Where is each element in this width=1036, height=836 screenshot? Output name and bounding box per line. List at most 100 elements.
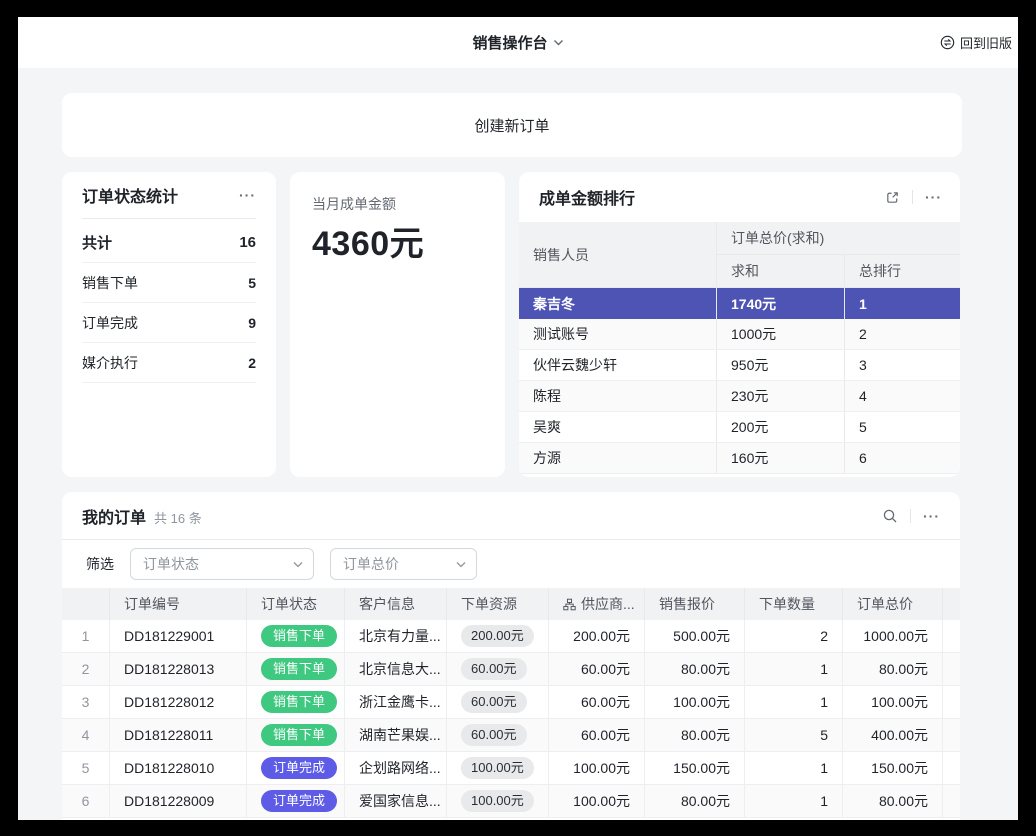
customer-info: 爱国家信息... (345, 785, 447, 817)
order-qty: 5 (745, 719, 843, 751)
ranking-row[interactable]: 吴爽 200元 5 (519, 412, 960, 443)
sales-quote: 500.00元 (645, 620, 745, 652)
supplier-price: 100.00元 (549, 752, 645, 784)
sitemap-icon (563, 598, 576, 611)
row-number: 5 (62, 752, 110, 784)
resource-badge: 60.00元 (461, 658, 527, 680)
col-salesperson: 销售人员 (519, 222, 717, 288)
status-row[interactable]: 媒介执行 2 (82, 343, 256, 383)
order-no: DD181228012 (110, 686, 247, 718)
create-order-label: 创建新订单 (474, 115, 549, 136)
resource-badge: 200.00元 (461, 625, 534, 647)
customer-info: 湖南芒果娱... (345, 719, 447, 751)
order-row[interactable]: 2 DD181228013 销售下单 北京信息大... 60.00元 60.00… (62, 653, 960, 686)
order-total: 100.00元 (843, 686, 943, 718)
rank-value: 6 (845, 443, 960, 473)
order-row[interactable]: 5 DD181228010 订单完成 企划路网络... 100.00元 100.… (62, 752, 960, 785)
resource-badge: 100.00元 (461, 757, 534, 779)
row-number: 3 (62, 686, 110, 718)
back-to-old-version-button[interactable]: 回到旧版 (940, 17, 1012, 68)
order-row[interactable]: 1 DD181229001 销售下单 北京有力量... 200.00元 200.… (62, 620, 960, 653)
search-icon[interactable] (882, 508, 898, 524)
ranking-row[interactable]: 陈程 230元 4 (519, 381, 960, 412)
ranking-row[interactable]: 秦吉冬 1740元 1 (519, 288, 960, 319)
order-total: 80.00元 (843, 785, 943, 817)
order-row[interactable]: 3 DD181228012 销售下单 浙江金鹰卡... 60.00元 60.00… (62, 686, 960, 719)
month-amount-label: 当月成单金额 (312, 194, 483, 214)
sum-value: 200元 (717, 412, 845, 442)
supplier-price: 200.00元 (549, 620, 645, 652)
salesperson-name: 秦吉冬 (519, 288, 717, 319)
order-no: DD181228009 (110, 785, 247, 817)
status-badge: 订单完成 (261, 790, 337, 813)
orders-card-title: 我的订单 (82, 504, 146, 528)
status-list: 共计 16 销售下单 5 订单完成 9 媒介执行 2 (82, 219, 256, 383)
back-to-old-label: 回到旧版 (960, 33, 1012, 52)
order-row[interactable]: 4 DD181228011 销售下单 湖南芒果娱... 60.00元 60.00… (62, 719, 960, 752)
order-no: DD181228010 (110, 752, 247, 784)
order-total: 1000.00元 (843, 620, 943, 652)
ranking-table-body: 秦吉冬 1740元 1 测试账号 1000元 2 伙伴云魏少轩 950元 3 陈… (519, 288, 960, 474)
order-total-filter-select[interactable]: 订单总价 (330, 548, 477, 580)
order-status-stats-card: 订单状态统计 ··· 共计 16 销售下单 5 订单完成 9 媒介执行 (62, 172, 276, 477)
sum-value: 160元 (717, 443, 845, 473)
col-rank: 总排行 (845, 255, 960, 288)
dashboard: 创建新订单 订单状态统计 ··· 共计 16 销售下单 5 订单完成 9 (18, 68, 1018, 820)
order-qty: 2 (745, 620, 843, 652)
sum-value: 230元 (717, 381, 845, 411)
col-order-status: 订单状态 (247, 588, 345, 620)
status-row-total[interactable]: 共计 16 (82, 223, 256, 263)
row-number: 4 (62, 719, 110, 751)
rank-value: 5 (845, 412, 960, 442)
more-menu-icon[interactable]: ··· (239, 188, 256, 202)
col-supplier: 供应商... (549, 588, 645, 620)
topbar: 销售操作台 回到旧版 (18, 17, 1018, 68)
status-badge: 销售下单 (261, 625, 337, 648)
create-order-button[interactable]: 创建新订单 (62, 93, 962, 157)
row-spacer (943, 719, 960, 751)
switch-version-icon (940, 35, 955, 50)
ranking-table-header: 销售人员 订单总价(求和) 求和 总排行 (519, 222, 960, 288)
row-number: 2 (62, 653, 110, 685)
supplier-price: 60.00元 (549, 653, 645, 685)
chevron-down-icon (456, 561, 466, 568)
more-menu-icon[interactable]: ··· (925, 190, 942, 204)
ranking-row[interactable]: 方源 160元 6 (519, 443, 960, 474)
row-spacer (943, 686, 960, 718)
ranking-card-header: 成单金额排行 ··· (519, 172, 960, 222)
order-row[interactable]: 6 DD181228009 订单完成 爱国家信息... 100.00元 100.… (62, 785, 960, 818)
rank-value: 3 (845, 350, 960, 380)
select-placeholder: 订单总价 (343, 554, 399, 574)
col-resource: 下单资源 (447, 588, 549, 620)
more-menu-icon[interactable]: ··· (923, 509, 940, 523)
app-window: 销售操作台 回到旧版 创建新订单 订单状态统计 ··· 共计 (18, 17, 1018, 820)
open-in-new-icon[interactable] (885, 190, 900, 205)
order-qty: 1 (745, 752, 843, 784)
status-row[interactable]: 销售下单 5 (82, 263, 256, 303)
order-total: 400.00元 (843, 719, 943, 751)
ranking-row[interactable]: 伙伴云魏少轩 950元 3 (519, 350, 960, 381)
status-row[interactable]: 订单完成 9 (82, 303, 256, 343)
chevron-down-icon (293, 561, 303, 568)
sales-quote: 80.00元 (645, 653, 745, 685)
supplier-price: 60.00元 (549, 719, 645, 751)
customer-info: 企划路网络... (345, 752, 447, 784)
resource-badge: 60.00元 (461, 724, 527, 746)
supplier-price: 60.00元 (549, 686, 645, 718)
salesperson-name: 方源 (519, 443, 717, 473)
workspace-switcher[interactable]: 销售操作台 (472, 17, 563, 68)
order-status-filter-select[interactable]: 订单状态 (130, 548, 314, 580)
status-badge: 销售下单 (261, 691, 337, 714)
order-qty: 1 (745, 653, 843, 685)
ranking-row[interactable]: 测试账号 1000元 2 (519, 319, 960, 350)
status-value: 5 (248, 275, 256, 291)
select-placeholder: 订单状态 (143, 554, 199, 574)
amount-ranking-card: 成单金额排行 ··· 销售人员 订单总价(求和) 求和 总排行 秦吉冬 1 (519, 172, 960, 477)
sales-quote: 150.00元 (645, 752, 745, 784)
order-no: DD181228013 (110, 653, 247, 685)
row-spacer (943, 785, 960, 817)
ranking-card-title: 成单金额排行 (539, 185, 635, 209)
customer-info: 浙江金鹰卡... (345, 686, 447, 718)
col-spacer (943, 588, 960, 620)
status-card-header: 订单状态统计 ··· (82, 172, 256, 219)
